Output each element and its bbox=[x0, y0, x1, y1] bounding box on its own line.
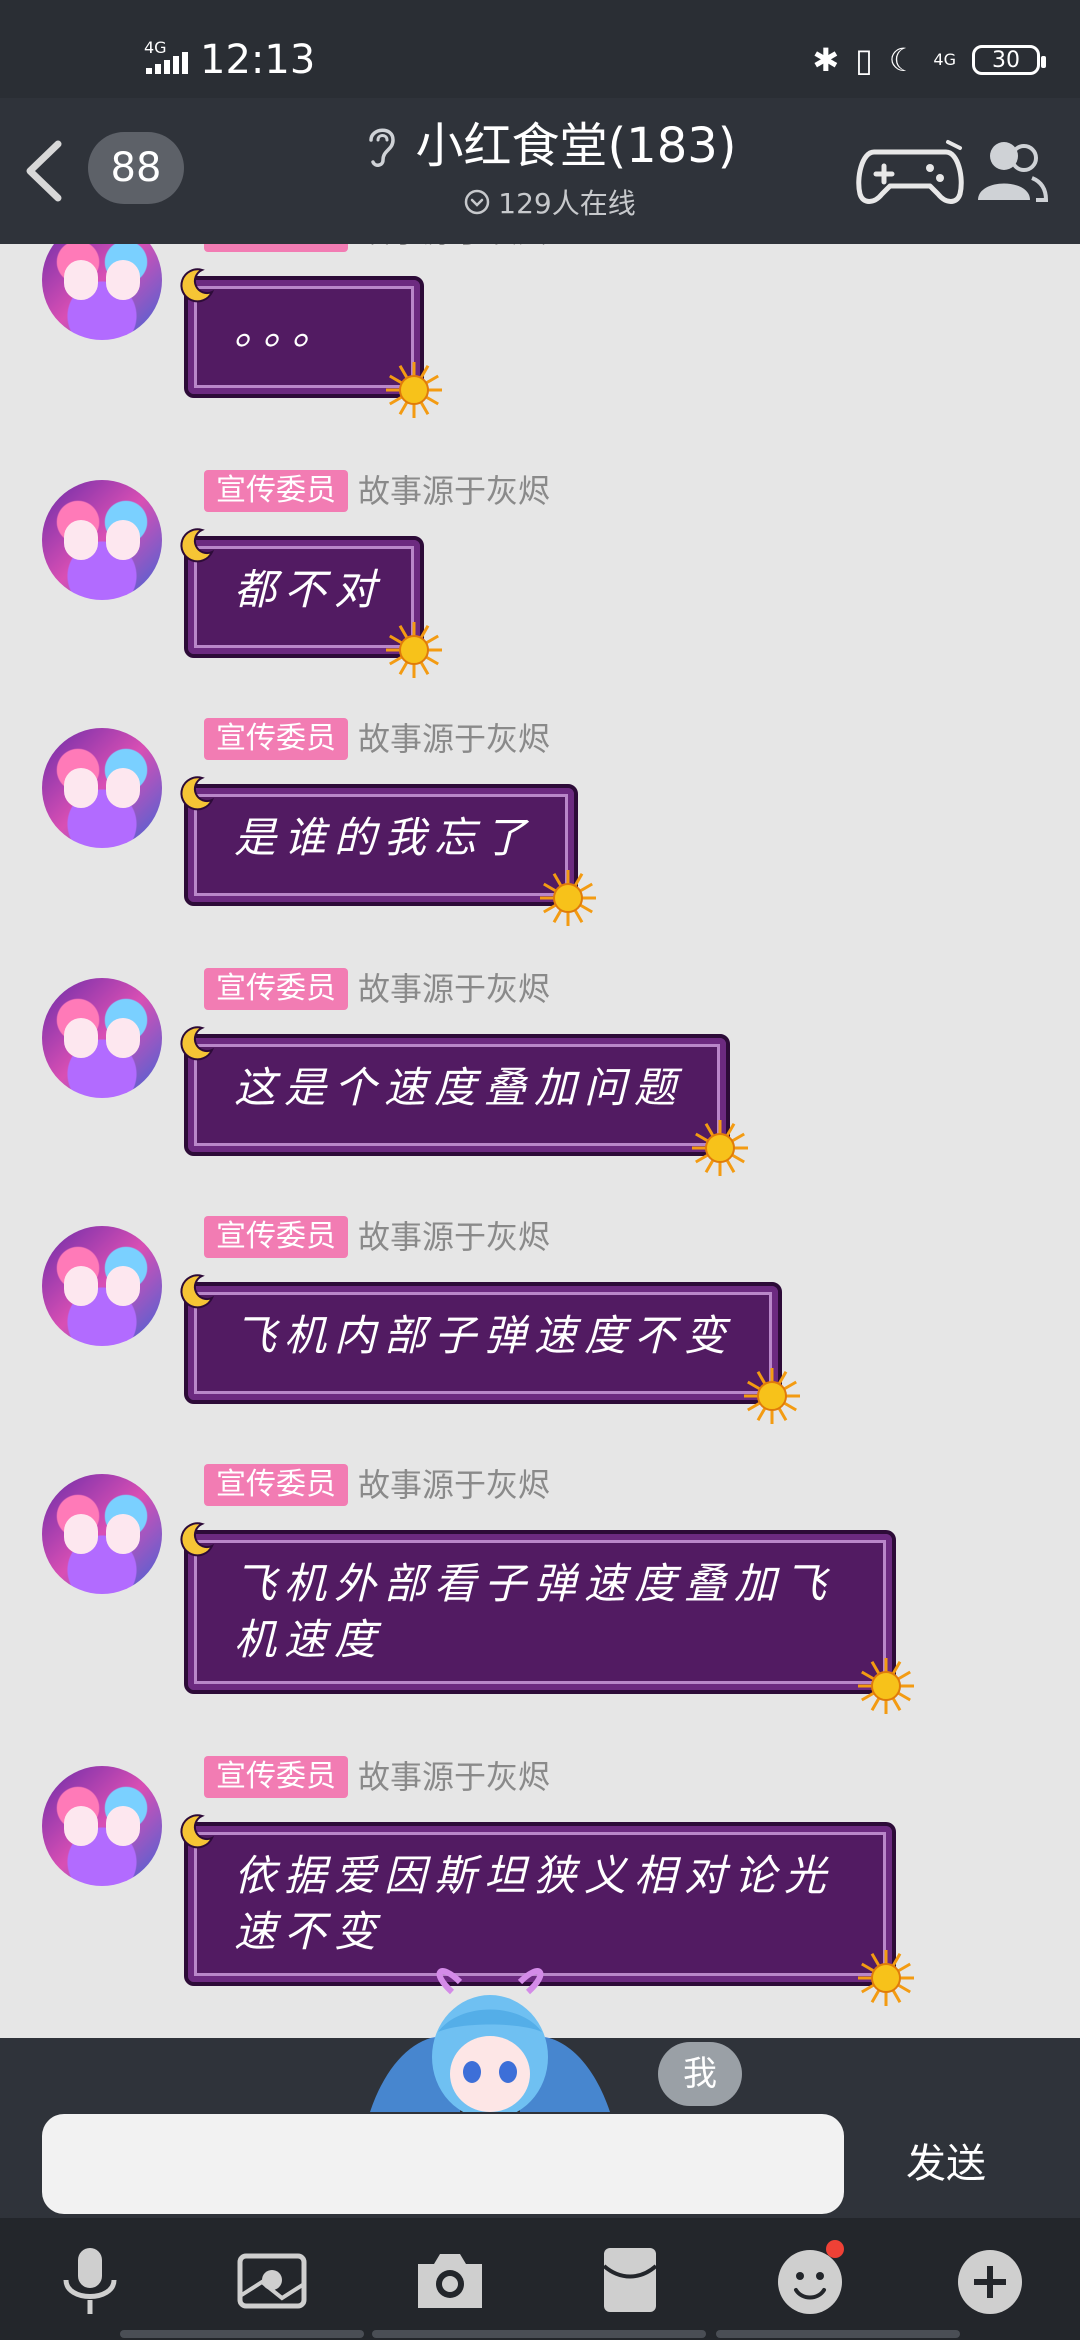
sun-decoration-icon bbox=[540, 870, 596, 926]
moon-decoration-icon bbox=[180, 776, 215, 811]
message-list[interactable]: 宣传委员故事源于灰烬。。。宣传委员故事源于灰烬都不对宣传委员故事源于灰烬是谁的我… bbox=[0, 244, 1080, 2038]
message-bubble[interactable]: 飞机内部子弹速度不变 bbox=[180, 1274, 800, 1424]
clock: 12:13 bbox=[200, 37, 316, 83]
sun-decoration-icon bbox=[744, 1368, 800, 1424]
message-text: 依据爱因斯坦狭义相对论光速不变 bbox=[234, 1851, 835, 1956]
sender-name[interactable]: 故事源于灰烬 bbox=[358, 244, 550, 252]
me-label[interactable]: 我 bbox=[658, 2042, 742, 2106]
network-type-right: 4G bbox=[933, 50, 956, 69]
message-text: 是谁的我忘了 bbox=[234, 813, 535, 862]
online-count: 129人在线 bbox=[498, 187, 636, 220]
sun-decoration-icon bbox=[858, 1950, 914, 2006]
notification-dot bbox=[826, 2240, 844, 2258]
online-status: 129人在线 bbox=[340, 182, 760, 222]
composer: 我 发送 bbox=[0, 1968, 1080, 2218]
chat-title[interactable]: 小红食堂(183) 129人在线 bbox=[340, 114, 760, 222]
battery-icon: 30 bbox=[972, 45, 1046, 75]
role-badge: 宣传委员 bbox=[204, 1756, 348, 1798]
moon-decoration-icon bbox=[180, 268, 215, 303]
sender-name[interactable]: 故事源于灰烬 bbox=[358, 968, 550, 1010]
unread-count-badge[interactable]: 88 bbox=[88, 132, 184, 204]
send-button[interactable]: 发送 bbox=[906, 2134, 986, 2194]
moon-decoration-icon bbox=[180, 1814, 215, 1849]
signal-icon bbox=[146, 52, 190, 74]
sender-name[interactable]: 故事源于灰烬 bbox=[358, 1464, 550, 1506]
message-input[interactable] bbox=[42, 2114, 844, 2214]
sender-avatar[interactable] bbox=[42, 1226, 162, 1346]
moon-decoration-icon bbox=[180, 1274, 215, 1309]
bluetooth-icon: ✱ bbox=[812, 41, 840, 79]
vibrate-icon: ▯ bbox=[855, 41, 873, 79]
chat-header: 88 小红食堂(183) 129人在线 bbox=[0, 98, 1080, 244]
status-icons: ✱ ▯ ☾ 4G 30 bbox=[812, 40, 1046, 80]
ear-icon bbox=[369, 128, 396, 167]
message-text: 飞机内部子弹速度不变 bbox=[234, 1311, 735, 1360]
sender-name[interactable]: 故事源于灰烬 bbox=[358, 718, 550, 760]
message-bubble[interactable]: 。。。 bbox=[180, 268, 442, 418]
image-icon[interactable] bbox=[232, 2240, 312, 2320]
battery-level: 30 bbox=[992, 47, 1020, 73]
sender-avatar[interactable] bbox=[42, 728, 162, 848]
moon-decoration-icon bbox=[180, 528, 215, 563]
moon-decoration-icon bbox=[180, 1522, 215, 1557]
message-bubble[interactable]: 这是个速度叠加问题 bbox=[180, 1026, 748, 1176]
camera-icon[interactable] bbox=[410, 2240, 490, 2320]
nav-indicator bbox=[120, 2330, 364, 2338]
sender-name[interactable]: 故事源于灰烬 bbox=[358, 1216, 550, 1258]
role-badge: 宣传委员 bbox=[204, 470, 348, 512]
sender-avatar[interactable] bbox=[42, 1766, 162, 1886]
bottom-toolbar bbox=[0, 2218, 1080, 2340]
sender-name[interactable]: 故事源于灰烬 bbox=[358, 1756, 550, 1798]
plus-icon[interactable] bbox=[950, 2240, 1030, 2320]
back-arrow-icon[interactable] bbox=[20, 138, 70, 204]
sender-avatar[interactable] bbox=[42, 480, 162, 600]
microphone-icon[interactable] bbox=[50, 2240, 130, 2320]
message-bubble[interactable]: 是谁的我忘了 bbox=[180, 776, 596, 926]
group-members-icon[interactable] bbox=[974, 134, 1050, 210]
mascot-character bbox=[370, 1968, 610, 2112]
red-packet-icon[interactable] bbox=[590, 2240, 670, 2320]
role-badge: 宣传委员 bbox=[204, 1464, 348, 1506]
sun-decoration-icon bbox=[386, 622, 442, 678]
message-text: 这是个速度叠加问题 bbox=[234, 1063, 685, 1112]
sender-avatar[interactable] bbox=[42, 1474, 162, 1594]
role-badge: 宣传委员 bbox=[204, 244, 348, 252]
group-name: 小红食堂(183) bbox=[415, 118, 737, 174]
message-text: 飞机外部看子弹速度叠加飞机速度 bbox=[234, 1559, 835, 1664]
sender-name[interactable]: 故事源于灰烬 bbox=[358, 470, 550, 512]
role-badge: 宣传委员 bbox=[204, 718, 348, 760]
sun-decoration-icon bbox=[858, 1658, 914, 1714]
status-bar: 4G 12:13 ✱ ▯ ☾ 4G 30 bbox=[0, 0, 1080, 98]
role-badge: 宣传委员 bbox=[204, 1216, 348, 1258]
message-bubble[interactable]: 飞机外部看子弹速度叠加飞机速度 bbox=[180, 1522, 914, 1714]
sun-decoration-icon bbox=[386, 362, 442, 418]
role-badge: 宣传委员 bbox=[204, 968, 348, 1010]
message-bubble[interactable]: 都不对 bbox=[180, 528, 442, 678]
gamepad-icon[interactable] bbox=[852, 138, 968, 208]
message-text: 。。。 bbox=[234, 305, 343, 354]
sender-avatar[interactable] bbox=[42, 978, 162, 1098]
nav-indicator bbox=[372, 2330, 706, 2338]
emoji-icon[interactable] bbox=[770, 2240, 850, 2320]
message-text: 都不对 bbox=[234, 565, 385, 614]
chevron-circle-icon bbox=[465, 189, 490, 215]
nav-indicator bbox=[716, 2330, 960, 2338]
moon-icon: ☾ bbox=[888, 41, 918, 79]
sender-avatar[interactable] bbox=[42, 244, 162, 340]
sun-decoration-icon bbox=[692, 1120, 748, 1176]
moon-decoration-icon bbox=[180, 1026, 215, 1061]
